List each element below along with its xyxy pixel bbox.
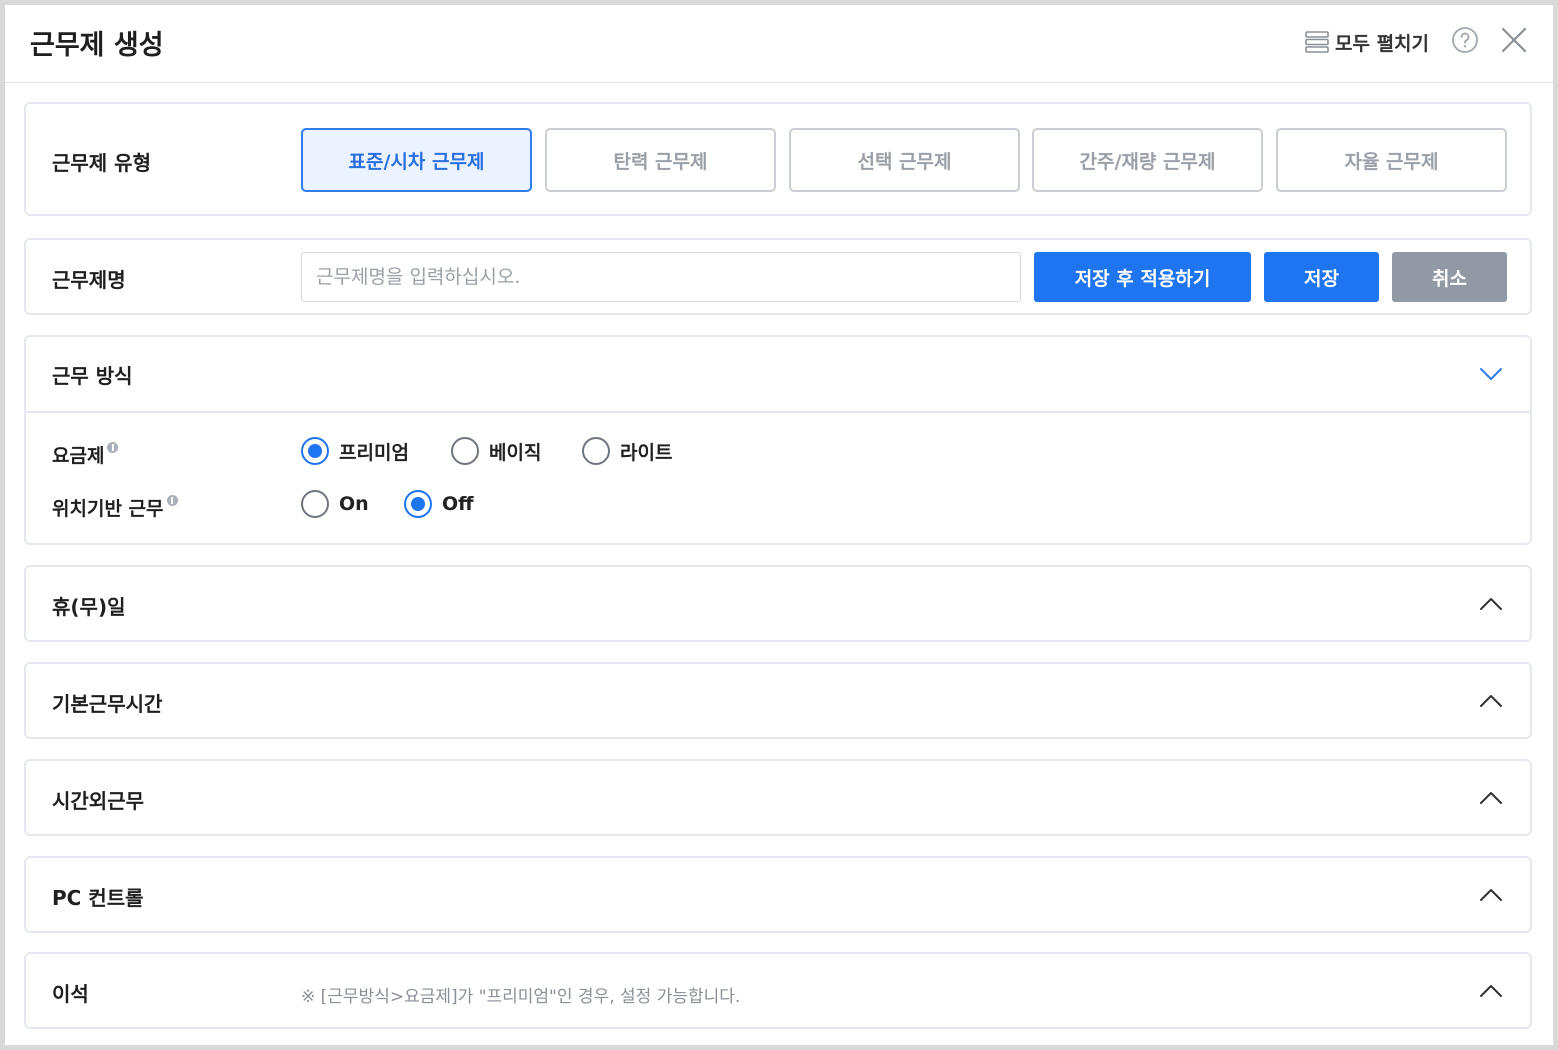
list-icon xyxy=(1305,31,1329,53)
radio-unchecked-icon xyxy=(301,490,329,518)
plan-premium-radio[interactable]: 프리미엄 xyxy=(301,437,409,465)
radio-label: On xyxy=(339,493,369,515)
save-button[interactable]: 저장 xyxy=(1264,252,1379,302)
work-method-title: 근무 방식 xyxy=(52,364,133,388)
radio-label: 라이트 xyxy=(620,441,673,464)
work-type-label: 근무제 유형 xyxy=(52,151,151,175)
away-section[interactable]: 이석 ※ [근무방식>요금제]가 "프리미엄"인 경우, 설정 가능합니다. xyxy=(24,952,1532,1029)
plan-basic-radio[interactable]: 베이직 xyxy=(451,437,541,465)
location-field: 위치기반 근무 xyxy=(52,494,178,521)
radio-label: 베이직 xyxy=(489,441,542,464)
create-work-system-dialog: 근무제 생성 모두 펼치기 근무제 유형 표준/시차 근무제 탄력 근무제 선택… xyxy=(0,0,1558,1050)
dialog-header: 근무제 생성 모두 펼치기 xyxy=(5,5,1553,83)
close-icon[interactable] xyxy=(1499,25,1529,55)
cancel-button[interactable]: 취소 xyxy=(1392,252,1507,302)
pc-control-title: PC 컨트롤 xyxy=(52,886,144,910)
away-note: ※ [근무방식>요금제]가 "프리미엄"인 경우, 설정 가능합니다. xyxy=(301,987,741,1007)
type-selective-button[interactable]: 선택 근무제 xyxy=(789,128,1020,192)
location-on-radio[interactable]: On xyxy=(301,490,369,518)
radio-label: Off xyxy=(442,493,474,515)
work-name-section: 근무제명 저장 후 적용하기 저장 취소 xyxy=(24,238,1532,315)
chevron-up-icon[interactable] xyxy=(1478,978,1504,1004)
pc-control-section[interactable]: PC 컨트롤 xyxy=(24,856,1532,933)
location-label: 위치기반 근무 xyxy=(52,498,164,520)
location-off-radio[interactable]: Off xyxy=(404,490,474,518)
work-name-label: 근무제명 xyxy=(52,268,126,292)
radio-unchecked-icon xyxy=(582,437,610,465)
plan-field: 요금제 xyxy=(52,441,119,468)
overtime-section[interactable]: 시간외근무 xyxy=(24,759,1532,836)
chevron-down-icon[interactable] xyxy=(1478,361,1504,387)
type-deemed-button[interactable]: 간주/재량 근무제 xyxy=(1032,128,1263,192)
overtime-title: 시간외근무 xyxy=(52,789,144,813)
chevron-up-icon[interactable] xyxy=(1478,591,1504,617)
holiday-section[interactable]: 휴(무)일 xyxy=(24,565,1532,642)
work-name-input[interactable] xyxy=(301,252,1021,302)
section-divider xyxy=(26,411,1530,413)
type-autonomous-button[interactable]: 자율 근무제 xyxy=(1276,128,1507,192)
plan-lite-radio[interactable]: 라이트 xyxy=(582,437,672,465)
basic-hours-section[interactable]: 기본근무시간 xyxy=(24,662,1532,739)
radio-checked-icon xyxy=(301,437,329,465)
away-title: 이석 xyxy=(52,982,89,1006)
chevron-up-icon[interactable] xyxy=(1478,882,1504,908)
plan-label: 요금제 xyxy=(52,445,105,467)
info-icon[interactable] xyxy=(107,442,119,453)
basic-hours-title: 기본근무시간 xyxy=(52,692,163,716)
work-type-section: 근무제 유형 표준/시차 근무제 탄력 근무제 선택 근무제 간주/재량 근무제… xyxy=(24,102,1532,216)
chevron-up-icon[interactable] xyxy=(1478,785,1504,811)
chevron-up-icon[interactable] xyxy=(1478,688,1504,714)
save-and-apply-button[interactable]: 저장 후 적용하기 xyxy=(1034,252,1251,302)
radio-checked-icon xyxy=(404,490,432,518)
expand-all-button[interactable]: 모두 펼치기 xyxy=(1305,27,1429,57)
radio-unchecked-icon xyxy=(451,437,479,465)
type-standard-button[interactable]: 표준/시차 근무제 xyxy=(301,128,532,192)
radio-label: 프리미엄 xyxy=(339,441,409,464)
holiday-title: 휴(무)일 xyxy=(52,595,126,619)
help-icon[interactable] xyxy=(1451,26,1479,54)
info-icon[interactable] xyxy=(166,495,178,506)
expand-all-label: 모두 펼치기 xyxy=(1335,32,1430,55)
dialog-title: 근무제 생성 xyxy=(30,30,164,61)
type-flexible-button[interactable]: 탄력 근무제 xyxy=(545,128,776,192)
work-method-section: 근무 방식 요금제 프리미엄 베이직 라이트 위치기반 근무 On Off xyxy=(24,335,1532,545)
